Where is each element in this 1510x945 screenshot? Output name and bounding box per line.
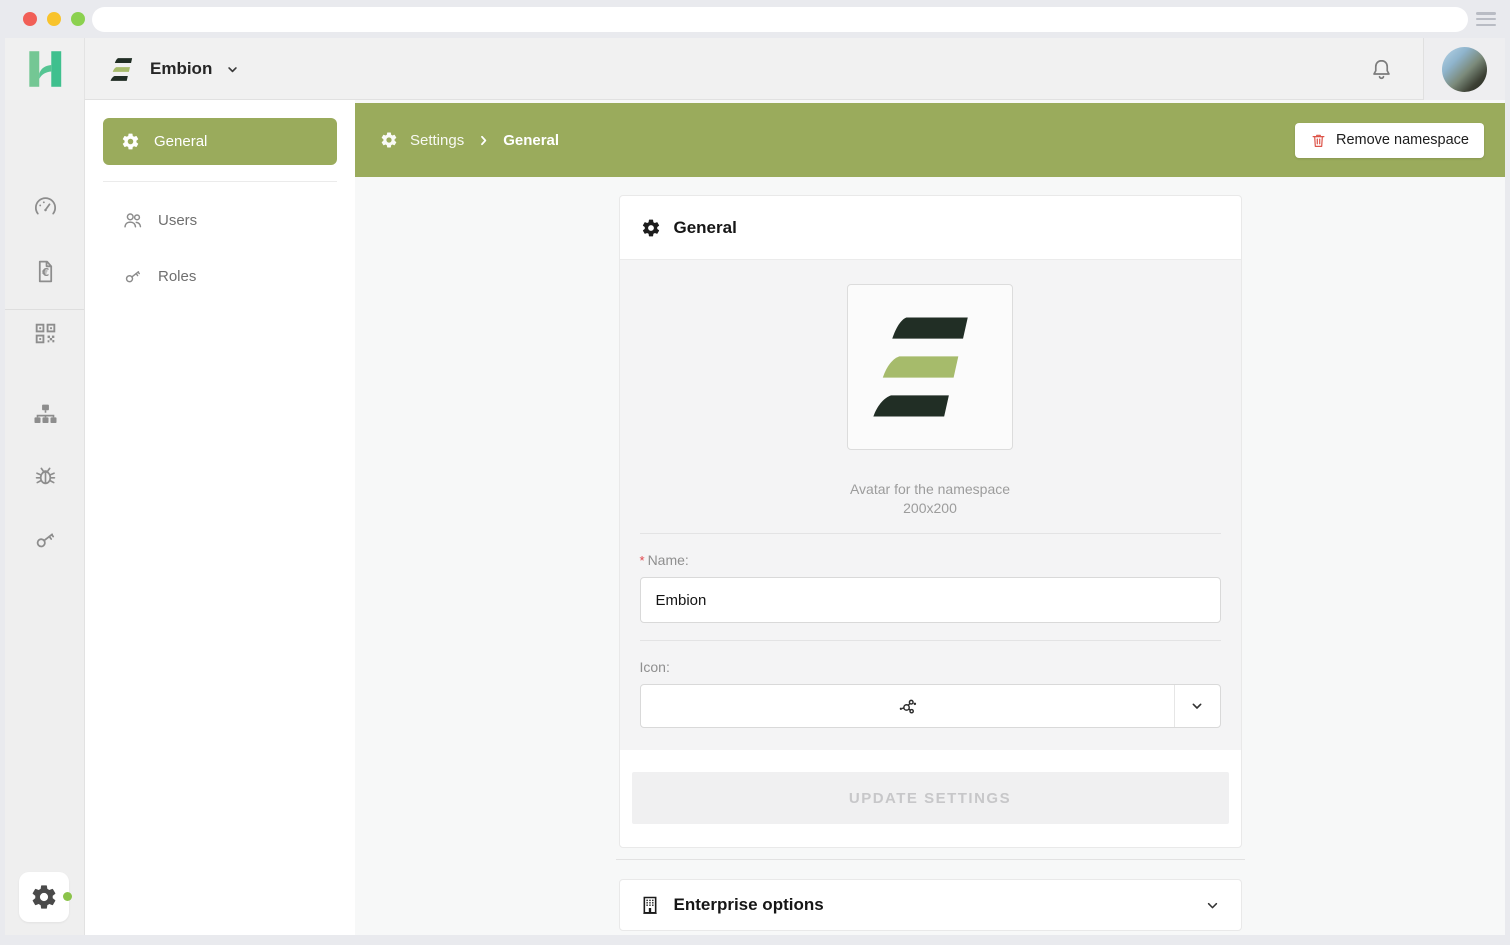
dashboard-gauge-icon (32, 194, 59, 221)
general-card: General Avatar for the namespace (619, 195, 1242, 848)
update-settings-button[interactable]: UPDATE SETTINGS (632, 772, 1229, 824)
address-bar[interactable] (92, 7, 1468, 32)
remove-namespace-label: Remove namespace (1336, 132, 1469, 148)
key-icon (32, 526, 59, 553)
enterprise-options-title: Enterprise options (674, 895, 1190, 915)
remove-namespace-button[interactable]: Remove namespace (1295, 123, 1484, 158)
sidebar-item-label: Users (158, 212, 197, 229)
name-field-label: *Name: (640, 549, 1221, 568)
key-icon (122, 265, 144, 287)
maximize-window-button[interactable] (71, 12, 85, 26)
general-card-title: General (674, 218, 737, 238)
divider (640, 640, 1221, 641)
gear-icon (121, 132, 140, 151)
namespace-switcher[interactable]: Embion (110, 38, 240, 100)
embion-logo-icon (110, 56, 137, 83)
avatar-size-text: 200x200 (640, 499, 1221, 518)
general-card-body: Avatar for the namespace 200x200 *Name: … (620, 260, 1241, 750)
rail-item-billing[interactable]: € (5, 251, 85, 291)
breadcrumb-bar: Settings General Remove namespace (355, 103, 1505, 177)
close-window-button[interactable] (23, 12, 37, 26)
sidebar-item-label: General (154, 133, 207, 150)
general-card-header: General (620, 196, 1241, 260)
qr-code-icon (32, 320, 59, 347)
section-divider (616, 859, 1245, 860)
chevron-right-icon (476, 133, 491, 148)
namespace-name: Embion (150, 59, 212, 79)
avatar-caption: Avatar for the namespace 200x200 (640, 480, 1221, 518)
chevron-down-icon[interactable] (1204, 897, 1221, 914)
rail-item-qr[interactable] (5, 313, 85, 353)
settings-content: General Avatar for the namespace (355, 177, 1505, 935)
user-menu[interactable] (1424, 38, 1505, 100)
network-icon (896, 695, 919, 718)
window-controls (23, 12, 85, 26)
invoice-document-icon: € (32, 258, 59, 285)
browser-window: Embion (0, 0, 1510, 945)
h-logo-icon (22, 46, 68, 92)
icon-select-arrow[interactable] (1175, 685, 1220, 727)
avatar-caption-text: Avatar for the namespace (640, 480, 1221, 499)
rail-divider (5, 309, 84, 310)
minimize-window-button[interactable] (47, 12, 61, 26)
chevron-down-icon (1189, 698, 1205, 714)
user-avatar[interactable] (1442, 47, 1487, 92)
sidebar-item-roles[interactable]: Roles (103, 248, 337, 304)
settings-sidebar: General Users Roles (85, 100, 355, 935)
breadcrumb-settings[interactable]: Settings (410, 132, 464, 149)
general-card-footer: UPDATE SETTINGS (620, 750, 1241, 847)
gear-icon (380, 131, 398, 149)
icon-select-value (641, 685, 1175, 727)
trash-icon (1310, 132, 1327, 149)
rail-item-dashboard[interactable] (5, 187, 85, 227)
app-root: Embion (5, 38, 1505, 935)
sitemap-icon (32, 401, 59, 428)
enterprise-options-panel[interactable]: Enterprise options (619, 879, 1242, 931)
sidebar-item-users[interactable]: Users (103, 192, 337, 248)
rail-item-debug[interactable] (5, 455, 85, 495)
name-input[interactable] (640, 577, 1221, 623)
building-icon (640, 895, 660, 915)
rail-item-settings[interactable] (19, 872, 69, 922)
users-icon (122, 209, 144, 231)
breadcrumb-current: General (503, 132, 559, 149)
icon-field-label: Icon: (640, 656, 1221, 675)
icon-select[interactable] (640, 684, 1221, 728)
rail-item-api-keys[interactable] (5, 519, 85, 559)
sidebar-item-general[interactable]: General (103, 118, 337, 165)
main-area: Settings General Remove namespace (355, 100, 1505, 935)
namespace-avatar-upload[interactable] (847, 284, 1013, 450)
gear-icon (641, 218, 661, 238)
divider (640, 533, 1221, 534)
settings-status-dot (63, 892, 72, 901)
required-asterisk: * (640, 553, 645, 568)
notifications-bell-icon[interactable] (1369, 57, 1394, 82)
svg-text:€: € (40, 267, 48, 279)
sidebar-item-label: Roles (158, 268, 196, 285)
chevron-down-icon (225, 62, 240, 77)
browser-chrome (0, 0, 1510, 38)
home-logo[interactable] (5, 38, 85, 100)
settings-gear-icon (30, 883, 58, 911)
sidebar-divider (103, 181, 337, 182)
icon-rail: € (5, 100, 85, 935)
app-header: Embion (5, 38, 1505, 100)
bug-icon (32, 462, 59, 489)
browser-menu-icon[interactable] (1476, 12, 1496, 26)
namespace-avatar-logo (871, 308, 989, 426)
rail-item-hierarchy[interactable] (5, 394, 85, 434)
